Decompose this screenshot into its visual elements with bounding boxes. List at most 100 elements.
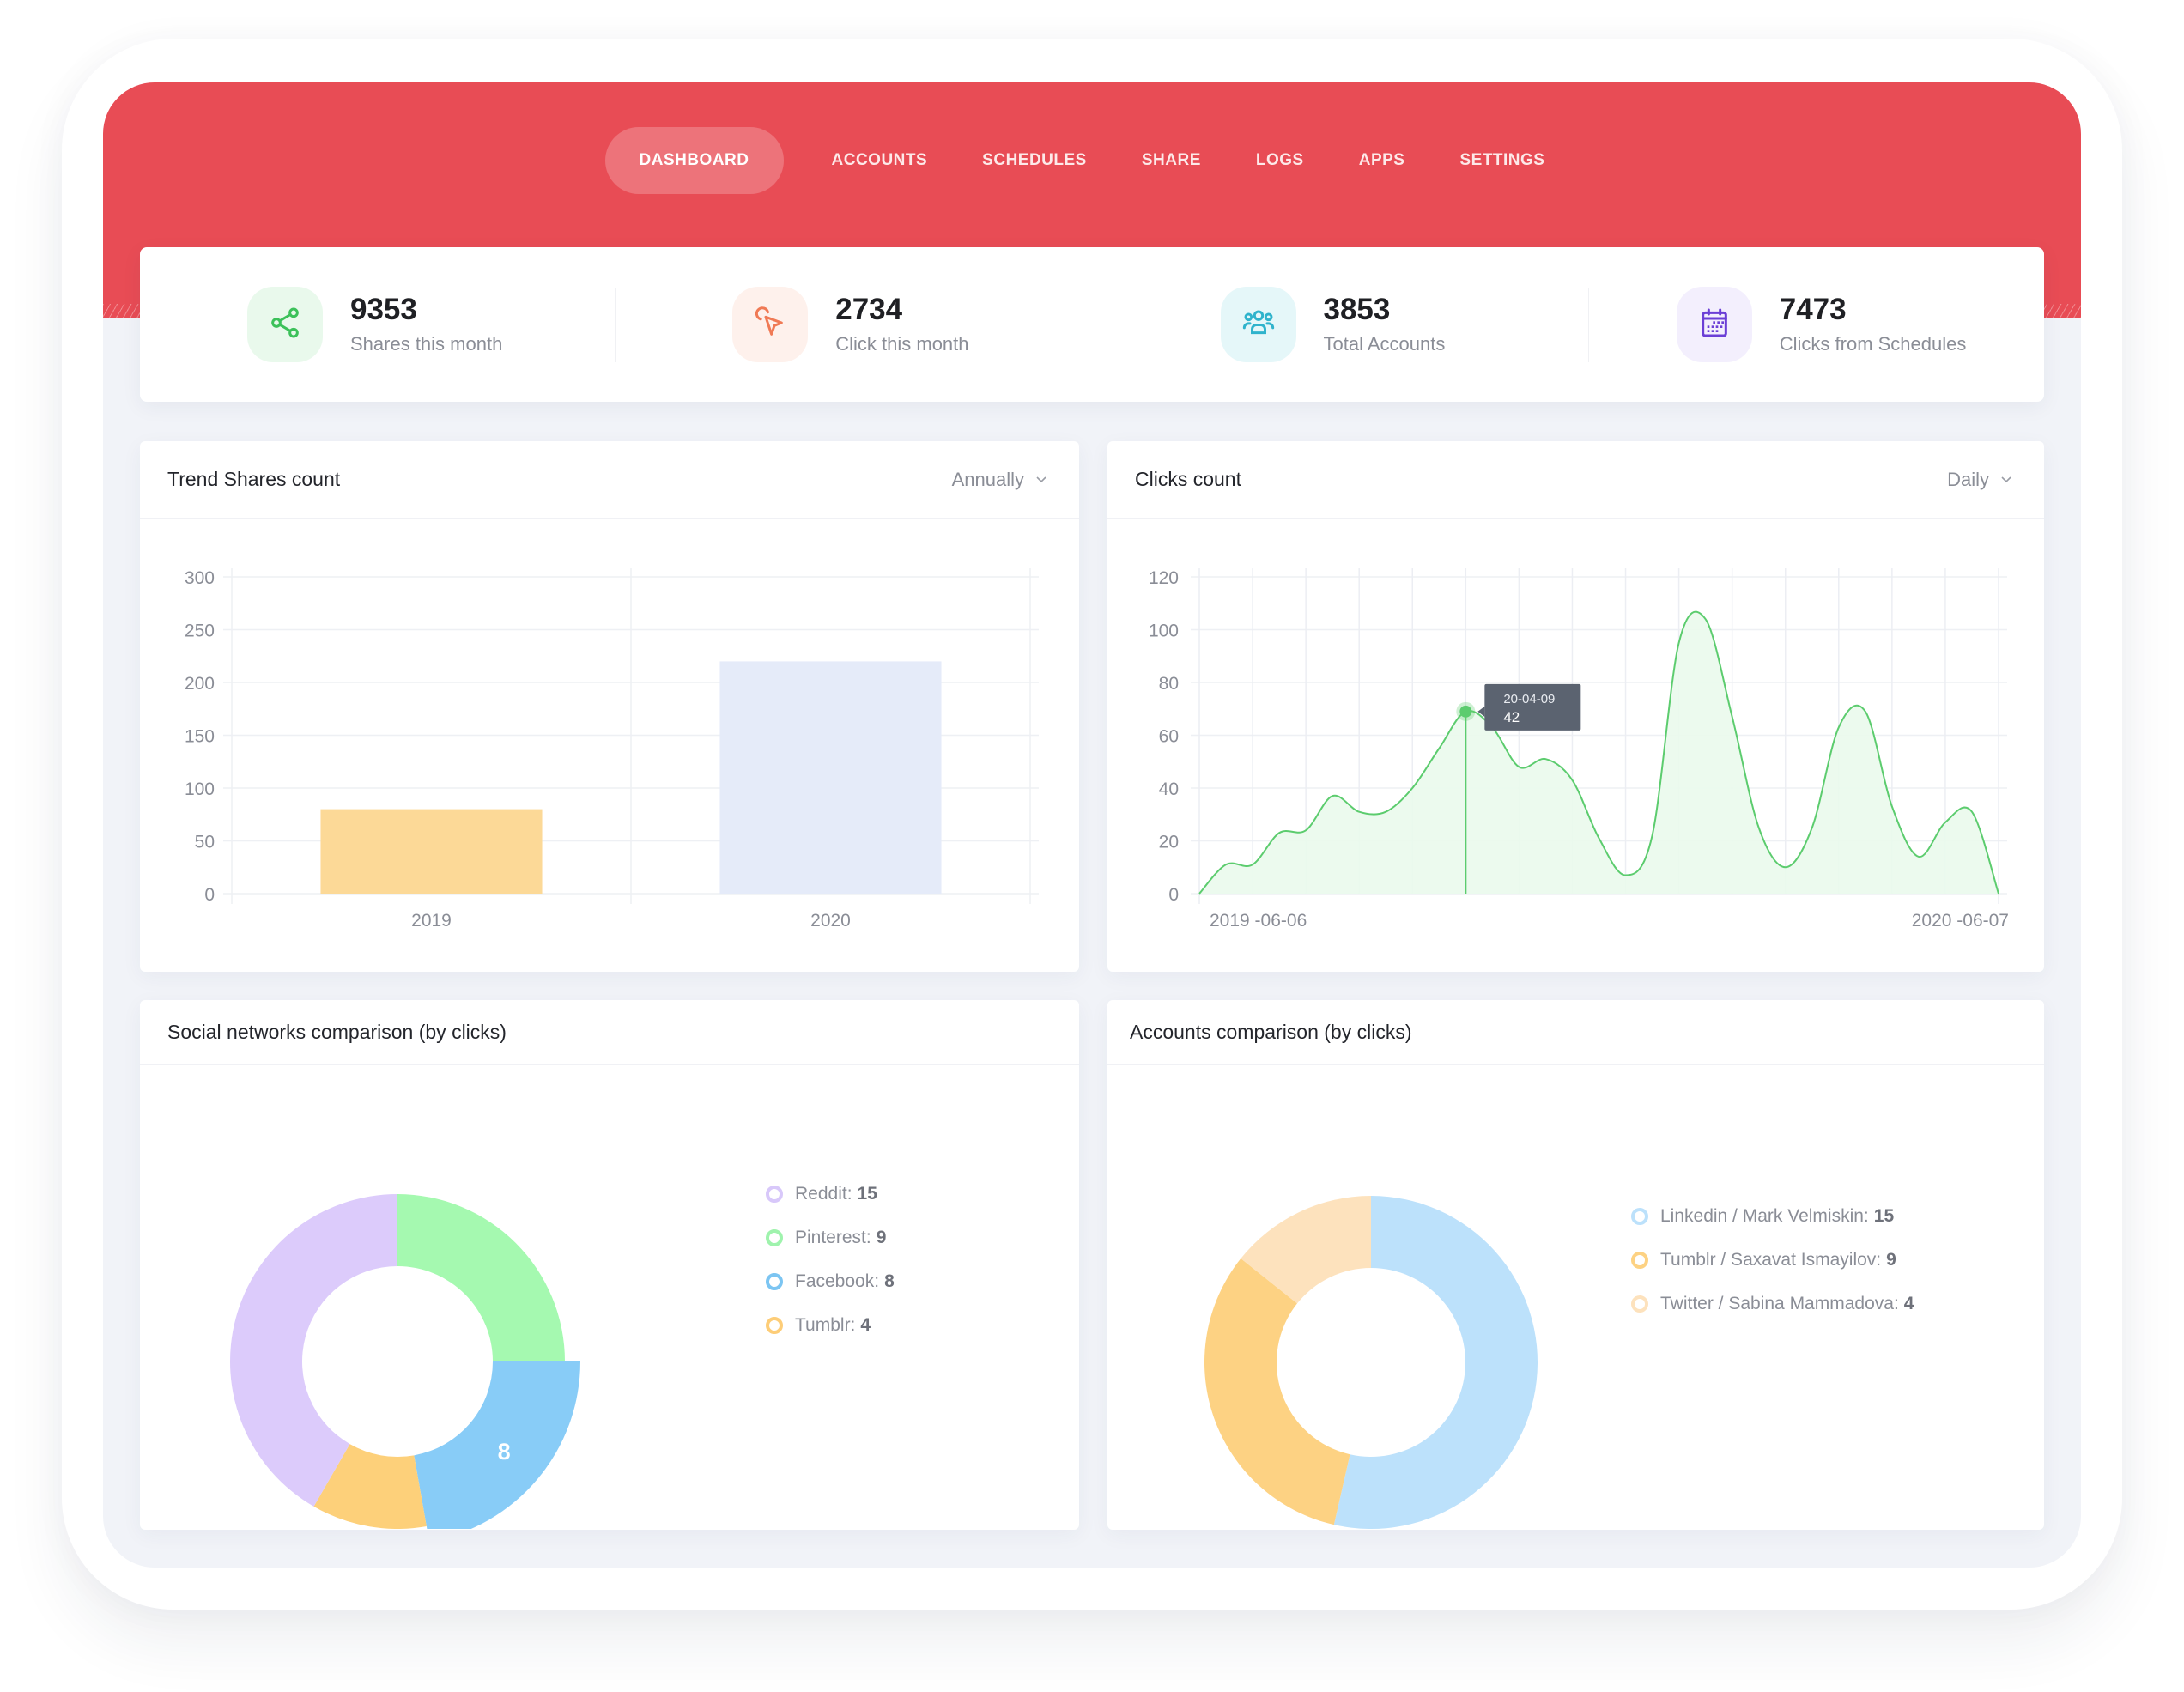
bar-2019 bbox=[320, 809, 543, 894]
y-tick-label: 250 bbox=[185, 622, 215, 641]
tooltip-date: 20-04-09 bbox=[1503, 692, 1555, 707]
x-end-label: 2020 -06-07 bbox=[1912, 911, 2009, 931]
card-title: Trend Shares count bbox=[167, 468, 341, 490]
chevron-down-icon bbox=[1999, 469, 2013, 491]
legend-item[interactable]: Twitter / Sabina Mammadova: 4 bbox=[1631, 1294, 1914, 1314]
dropdown-value: Daily bbox=[1947, 468, 1989, 490]
legend-item[interactable]: Facebook: 8 bbox=[766, 1271, 895, 1292]
legend-label: Twitter / Sabina Mammadova: bbox=[1660, 1294, 1899, 1313]
legend-marker-icon bbox=[1631, 1252, 1648, 1269]
legend-label: Facebook: bbox=[795, 1271, 880, 1291]
stat-icon-box bbox=[1220, 287, 1296, 362]
legend-value: 8 bbox=[884, 1271, 895, 1291]
y-tick-label: 50 bbox=[195, 833, 215, 852]
line-chart: 0 20 40 60 80 100 120 20-04-09 42 2019 -06-06 2020… bbox=[1149, 568, 2009, 931]
stats-card: 9353 Shares this month 2734 Click this m… bbox=[140, 247, 2044, 402]
stat-clicks: 2734 Click this month bbox=[615, 247, 1100, 402]
card-header: Clicks count Daily bbox=[1107, 441, 2044, 519]
legend-value: 15 bbox=[1873, 1206, 1895, 1226]
dropdown-value: Annually bbox=[951, 468, 1024, 490]
y-tick-label: 0 bbox=[204, 885, 215, 905]
nav-dashboard[interactable]: DASHBOARD bbox=[604, 127, 784, 194]
slice-value-label: 8 bbox=[498, 1439, 511, 1465]
nav-settings[interactable]: SETTINGS bbox=[1425, 127, 1579, 194]
legend-marker-icon bbox=[766, 1317, 783, 1334]
y-tick-label: 0 bbox=[1168, 885, 1179, 905]
stat-value: 3853 bbox=[1323, 292, 1391, 326]
header-hatch-right bbox=[2040, 304, 2081, 318]
y-tick-label: 100 bbox=[1149, 622, 1179, 641]
legend-marker-icon bbox=[766, 1273, 783, 1290]
card-header: Trend Shares count Annually bbox=[140, 441, 1079, 519]
legend-marker-icon bbox=[766, 1229, 783, 1246]
stat-label: Clicks from Schedules bbox=[1779, 333, 1967, 355]
legend-label: Tumblr / Saxavat Ismayilov: bbox=[1660, 1250, 1882, 1270]
stat-icon-box bbox=[1676, 287, 1752, 362]
legend-marker-icon bbox=[1631, 1295, 1648, 1313]
card-title: Accounts comparison (by clicks) bbox=[1130, 1021, 1412, 1043]
header-hatch-left bbox=[103, 304, 144, 318]
stat-value: 2734 bbox=[835, 292, 903, 326]
social-donut-chart: 8 bbox=[230, 1194, 580, 1529]
card-header: Social networks comparison (by clicks) bbox=[140, 1000, 1079, 1065]
cursor-click-icon bbox=[753, 306, 787, 344]
legend-item[interactable]: Reddit: 15 bbox=[766, 1184, 895, 1204]
y-tick-label: 150 bbox=[185, 727, 215, 747]
accounts-legend: Linkedin / Mark Velmiskin: 15 Tumblr / Sax… bbox=[1631, 1206, 1914, 1314]
x-tick-label: 2020 bbox=[810, 911, 851, 931]
slice-pinterest bbox=[397, 1194, 565, 1361]
bar-chart: 0 50 100 150 200 250 300 2019 2020 bbox=[185, 568, 1039, 931]
bar-2020 bbox=[719, 661, 942, 894]
y-tick-label: 60 bbox=[1159, 727, 1179, 747]
main-nav: DASHBOARD ACCOUNTS SCHEDULES SHARE LOGS … bbox=[103, 127, 2081, 194]
legend-item[interactable]: Tumblr: 4 bbox=[766, 1315, 895, 1336]
period-dropdown[interactable]: Daily bbox=[1947, 469, 2013, 491]
stat-label: Shares this month bbox=[350, 333, 503, 355]
period-dropdown[interactable]: Annually bbox=[952, 469, 1048, 491]
social-legend: Reddit: 15 Pinterest: 9 Facebook: 8 Tumblr: 4 bbox=[766, 1184, 895, 1336]
stat-icon-box bbox=[247, 287, 323, 362]
nav-apps[interactable]: APPS bbox=[1325, 127, 1440, 194]
accounts-donut-chart bbox=[1204, 1196, 1538, 1529]
x-start-label: 2019 -06-06 bbox=[1210, 911, 1307, 931]
legend-item[interactable]: Linkedin / Mark Velmiskin: 15 bbox=[1631, 1206, 1914, 1227]
tooltip-value: 42 bbox=[1503, 709, 1520, 725]
calendar-icon bbox=[1697, 306, 1732, 344]
chevron-down-icon bbox=[1034, 469, 1048, 491]
x-tick-label: 2019 bbox=[411, 911, 452, 931]
slice-tumblr-saxavat-ismayilov bbox=[1204, 1258, 1350, 1525]
stat-value: 7473 bbox=[1779, 292, 1847, 326]
card-header: Accounts comparison (by clicks) bbox=[1107, 1000, 2044, 1065]
legend-item[interactable]: Pinterest: 9 bbox=[766, 1228, 895, 1248]
accounts-comparison-card: Accounts comparison (by clicks) Linkedin… bbox=[1107, 1000, 2044, 1530]
stat-accounts: 3853 Total Accounts bbox=[1100, 247, 1588, 402]
legend-marker-icon bbox=[1631, 1208, 1648, 1225]
dashboard-panel: DASHBOARD ACCOUNTS SCHEDULES SHARE LOGS … bbox=[103, 82, 2081, 1568]
social-networks-card: Social networks comparison (by clicks) 8… bbox=[140, 1000, 1079, 1530]
tooltip: 20-04-09 42 bbox=[1477, 683, 1581, 731]
y-tick-label: 40 bbox=[1159, 779, 1179, 799]
stat-label: Total Accounts bbox=[1323, 333, 1446, 355]
y-tick-label: 300 bbox=[185, 568, 215, 588]
share-icon bbox=[268, 306, 302, 344]
nav-share[interactable]: SHARE bbox=[1107, 127, 1235, 194]
nav-logs[interactable]: LOGS bbox=[1222, 127, 1338, 194]
y-tick-label: 20 bbox=[1159, 833, 1179, 852]
card-title: Clicks count bbox=[1135, 468, 1241, 490]
legend-value: 4 bbox=[860, 1315, 871, 1335]
nav-accounts[interactable]: ACCOUNTS bbox=[798, 127, 962, 194]
legend-label: Tumblr: bbox=[795, 1315, 856, 1335]
legend-marker-icon bbox=[766, 1186, 783, 1203]
stat-label: Click this month bbox=[835, 333, 969, 355]
legend-value: 9 bbox=[1886, 1250, 1896, 1270]
trend-shares-card: Trend Shares count Annually 0 50 100 150 200… bbox=[140, 441, 1079, 972]
y-tick-label: 80 bbox=[1159, 674, 1179, 694]
legend-value: 15 bbox=[857, 1184, 877, 1204]
hover-point bbox=[1459, 705, 1472, 718]
legend-item[interactable]: Tumblr / Saxavat Ismayilov: 9 bbox=[1631, 1250, 1914, 1271]
nav-schedules[interactable]: SCHEDULES bbox=[948, 127, 1121, 194]
y-tick-label: 120 bbox=[1149, 568, 1179, 588]
stat-schedules: 7473 Clicks from Schedules bbox=[1587, 247, 2044, 402]
legend-value: 9 bbox=[876, 1228, 887, 1247]
legend-label: Pinterest: bbox=[795, 1228, 871, 1247]
